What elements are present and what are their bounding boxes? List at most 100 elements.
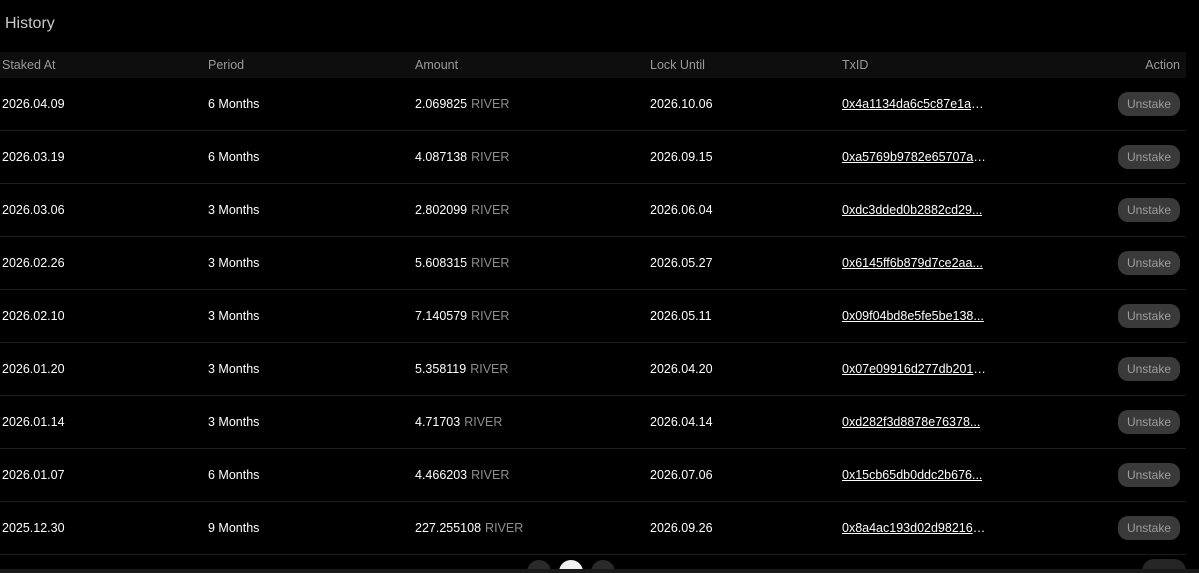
amount-value: 2.802099 (415, 203, 468, 217)
amount-unit: RIVER (471, 97, 510, 111)
staked-at-cell: 2026.01.20 (2, 362, 65, 376)
action-cell: Unstake (1117, 290, 1180, 342)
lock-until-cell: 2026.06.04 (650, 203, 713, 217)
period-cell: 3 Months (208, 362, 260, 376)
amount-unit: RIVER (471, 468, 510, 482)
header-amount: Amount (415, 58, 459, 72)
txid-link[interactable]: 0xd282f3d8878e76378... (842, 415, 980, 429)
staked-at-cell: 2026.04.09 (2, 97, 65, 111)
table-header: Staked At Period Amount Lock Until TxID … (0, 52, 1186, 78)
action-cell: Unstake (1117, 502, 1180, 554)
staked-at-cell: 2026.02.10 (2, 309, 65, 323)
table-body: 2026.04.09 6 Months 2.069825 RIVER 2026.10.0… (0, 78, 1186, 555)
unstake-button[interactable]: Unstake (1117, 198, 1180, 222)
amount-cell: 5.358119 RIVER (415, 343, 508, 395)
staked-at-cell: 2026.03.19 (2, 150, 65, 164)
txid-link[interactable]: 0xdc3dded0b2882cd29... (842, 203, 982, 217)
amount-cell: 2.069825 RIVER (415, 78, 509, 130)
action-cell: Unstake (1117, 396, 1180, 448)
table-row: 2026.03.19 6 Months 4.087138 RIVER 2026.09.1… (0, 131, 1186, 184)
lock-until-cell: 2026.04.20 (650, 362, 713, 376)
amount-cell: 227.255108 RIVER (415, 502, 523, 554)
staked-at-cell: 2026.03.06 (2, 203, 65, 217)
txid-cell: 0x6145ff6b879d7ce2aa... (842, 237, 983, 289)
txid-cell: 0x4a1134da6c5c87e1a3... (842, 78, 988, 130)
amount-unit: RIVER (471, 150, 510, 164)
table-row: 2026.01.14 3 Months 4.71703 RIVER 2026.04.14… (0, 396, 1186, 449)
amount-value: 7.140579 (415, 309, 468, 323)
amount-value: 5.608315 (415, 256, 468, 270)
amount-unit: RIVER (485, 521, 524, 535)
amount-unit: RIVER (470, 362, 509, 376)
lock-until-cell: 2026.10.06 (650, 97, 713, 111)
lock-until-cell: 2026.09.15 (650, 150, 713, 164)
unstake-button[interactable]: Unstake (1117, 357, 1180, 381)
amount-cell: 4.71703 RIVER (415, 396, 502, 448)
staked-at-cell: 2026.02.26 (2, 256, 65, 270)
action-cell: Unstake (1117, 184, 1180, 236)
section-title: History (5, 15, 55, 32)
staked-at-cell: 2025.12.30 (2, 521, 65, 535)
header-staked-at: Staked At (2, 58, 56, 72)
amount-value: 227.255108 (415, 521, 482, 535)
txid-link[interactable]: 0x09f04bd8e5fe5be138... (842, 309, 984, 323)
header-action: Action (1145, 58, 1180, 72)
table-row: 2026.02.26 3 Months 5.608315 RIVER 2026.05.2… (0, 237, 1186, 290)
amount-unit: RIVER (471, 256, 510, 270)
txid-link[interactable]: 0x6145ff6b879d7ce2aa... (842, 256, 983, 270)
txid-cell: 0xa5769b9782e65707aa... (842, 131, 988, 183)
lock-until-cell: 2026.09.26 (650, 521, 713, 535)
lock-until-cell: 2026.07.06 (650, 468, 713, 482)
period-cell: 3 Months (208, 256, 260, 270)
txid-link[interactable]: 0xa5769b9782e65707aa... (842, 150, 988, 164)
txid-link[interactable]: 0x8a4ac193d02d982169... (842, 521, 988, 535)
amount-value: 4.71703 (415, 415, 461, 429)
table-row: 2026.03.06 3 Months 2.802099 RIVER 2026.06.0… (0, 184, 1186, 237)
amount-cell: 7.140579 RIVER (415, 290, 509, 342)
unstake-button[interactable]: Unstake (1117, 145, 1180, 169)
table-row: 2025.12.30 9 Months 227.255108 RIVER 2026.09… (0, 502, 1186, 555)
staking-history-page: History Staked At Period Amount Lock Unt… (0, 0, 1199, 573)
unstake-button[interactable]: Unstake (1117, 251, 1180, 275)
txid-cell: 0xdc3dded0b2882cd29... (842, 184, 982, 236)
table-row: 2026.01.20 3 Months 5.358119 RIVER 2026.04.2… (0, 343, 1186, 396)
header-lock-until: Lock Until (650, 58, 705, 72)
action-cell: Unstake (1117, 449, 1180, 501)
unstake-button[interactable]: Unstake (1117, 304, 1180, 328)
txid-cell: 0x07e09916d277db2013... (842, 343, 988, 395)
period-cell: 3 Months (208, 415, 260, 429)
amount-cell: 4.466203 RIVER (415, 449, 509, 501)
amount-unit: RIVER (464, 415, 503, 429)
history-table: Staked At Period Amount Lock Until TxID … (0, 52, 1186, 555)
amount-value: 5.358119 (415, 362, 467, 376)
txid-link[interactable]: 0x15cb65db0ddc2b676... (842, 468, 982, 482)
unstake-button[interactable]: Unstake (1117, 410, 1180, 434)
txid-link[interactable]: 0x4a1134da6c5c87e1a3... (842, 97, 988, 111)
horizontal-scrollbar[interactable] (0, 569, 1199, 573)
action-cell: Unstake (1117, 78, 1180, 130)
txid-cell: 0xd282f3d8878e76378... (842, 396, 980, 448)
period-cell: 6 Months (208, 97, 260, 111)
txid-link[interactable]: 0x07e09916d277db2013... (842, 362, 988, 376)
txid-cell: 0x09f04bd8e5fe5be138... (842, 290, 984, 342)
header-period: Period (208, 58, 245, 72)
amount-cell: 2.802099 RIVER (415, 184, 509, 236)
period-cell: 3 Months (208, 309, 260, 323)
staked-at-cell: 2026.01.14 (2, 415, 65, 429)
period-cell: 9 Months (208, 521, 260, 535)
txid-cell: 0x15cb65db0ddc2b676... (842, 449, 982, 501)
amount-cell: 5.608315 RIVER (415, 237, 509, 289)
txid-cell: 0x8a4ac193d02d982169... (842, 502, 988, 554)
amount-cell: 4.087138 RIVER (415, 131, 509, 183)
amount-unit: RIVER (471, 309, 510, 323)
action-cell: Unstake (1117, 237, 1180, 289)
staked-at-cell: 2026.01.07 (2, 468, 65, 482)
period-cell: 6 Months (208, 468, 260, 482)
unstake-button[interactable]: Unstake (1117, 463, 1180, 487)
unstake-button[interactable]: Unstake (1117, 516, 1180, 540)
period-cell: 3 Months (208, 203, 260, 217)
lock-until-cell: 2026.05.27 (650, 256, 713, 270)
lock-until-cell: 2026.04.14 (650, 415, 713, 429)
header-txid: TxID (842, 58, 869, 72)
unstake-button[interactable]: Unstake (1117, 92, 1180, 116)
